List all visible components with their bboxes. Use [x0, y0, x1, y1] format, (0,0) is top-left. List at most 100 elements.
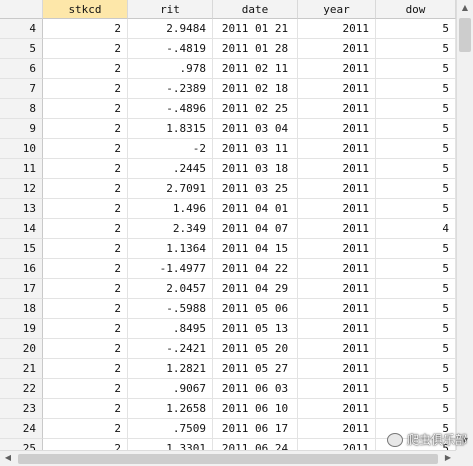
cell-rit[interactable]: .978 — [128, 59, 213, 79]
cell-stkcd[interactable]: 2 — [43, 139, 128, 159]
cell-year[interactable]: 2011 — [298, 139, 376, 159]
column-header-dow[interactable]: dow — [376, 0, 456, 19]
cell-date[interactable]: 2011 04 22 — [213, 259, 298, 279]
cell-rit[interactable]: 2.9484 — [128, 19, 213, 39]
row-number[interactable]: 14 — [0, 219, 43, 239]
cell-stkcd[interactable]: 2 — [43, 119, 128, 139]
cell-rit[interactable]: 1.8315 — [128, 119, 213, 139]
vertical-scrollbar[interactable]: ▲ ▼ — [456, 0, 473, 450]
cell-year[interactable]: 2011 — [298, 359, 376, 379]
cell-dow[interactable]: 5 — [376, 359, 456, 379]
cell-rit[interactable]: 1.1364 — [128, 239, 213, 259]
cell-dow[interactable]: 5 — [376, 119, 456, 139]
cell-dow[interactable]: 5 — [376, 79, 456, 99]
cell-year[interactable]: 2011 — [298, 399, 376, 419]
cell-year[interactable]: 2011 — [298, 99, 376, 119]
cell-stkcd[interactable]: 2 — [43, 159, 128, 179]
cell-year[interactable]: 2011 — [298, 379, 376, 399]
row-number[interactable]: 10 — [0, 139, 43, 159]
cell-rit[interactable]: -.5988 — [128, 299, 213, 319]
cell-year[interactable]: 2011 — [298, 39, 376, 59]
cell-dow[interactable]: 5 — [376, 59, 456, 79]
row-number[interactable]: 23 — [0, 399, 43, 419]
cell-stkcd[interactable]: 2 — [43, 59, 128, 79]
cell-rit[interactable]: 1.2658 — [128, 399, 213, 419]
cell-date[interactable]: 2011 01 28 — [213, 39, 298, 59]
row-number[interactable]: 12 — [0, 179, 43, 199]
cell-rit[interactable]: .8495 — [128, 319, 213, 339]
vertical-scroll-thumb[interactable] — [459, 18, 471, 52]
cell-stkcd[interactable]: 2 — [43, 399, 128, 419]
row-number[interactable]: 20 — [0, 339, 43, 359]
cell-stkcd[interactable]: 2 — [43, 279, 128, 299]
cell-year[interactable]: 2011 — [298, 199, 376, 219]
cell-stkcd[interactable]: 2 — [43, 179, 128, 199]
cell-date[interactable]: 2011 05 20 — [213, 339, 298, 359]
cell-dow[interactable]: 5 — [376, 139, 456, 159]
cell-date[interactable]: 2011 04 29 — [213, 279, 298, 299]
cell-rit[interactable]: -1.4977 — [128, 259, 213, 279]
cell-dow[interactable]: 5 — [376, 19, 456, 39]
cell-year[interactable]: 2011 — [298, 119, 376, 139]
cell-dow[interactable]: 5 — [376, 259, 456, 279]
cell-stkcd[interactable]: 2 — [43, 319, 128, 339]
cell-date[interactable]: 2011 04 07 — [213, 219, 298, 239]
cell-dow[interactable]: 5 — [376, 99, 456, 119]
row-number[interactable]: 7 — [0, 79, 43, 99]
column-header-year[interactable]: year — [298, 0, 376, 19]
row-number[interactable]: 18 — [0, 299, 43, 319]
horizontal-scrollbar[interactable]: ◀ ▶ — [0, 450, 456, 466]
cell-date[interactable]: 2011 06 10 — [213, 399, 298, 419]
cell-year[interactable]: 2011 — [298, 299, 376, 319]
cell-date[interactable]: 2011 05 13 — [213, 319, 298, 339]
row-number[interactable]: 11 — [0, 159, 43, 179]
row-number[interactable]: 5 — [0, 39, 43, 59]
cell-date[interactable]: 2011 06 24 — [213, 439, 298, 450]
cell-stkcd[interactable]: 2 — [43, 439, 128, 450]
cell-rit[interactable]: 2.0457 — [128, 279, 213, 299]
row-number[interactable]: 9 — [0, 119, 43, 139]
cell-dow[interactable]: 5 — [376, 299, 456, 319]
cell-dow[interactable]: 5 — [376, 339, 456, 359]
scroll-right-arrow-icon[interactable]: ▶ — [440, 453, 456, 462]
row-number[interactable]: 4 — [0, 19, 43, 39]
cell-date[interactable]: 2011 05 06 — [213, 299, 298, 319]
cell-rit[interactable]: -.4819 — [128, 39, 213, 59]
cell-rit[interactable]: 2.349 — [128, 219, 213, 239]
cell-rit[interactable]: -.2421 — [128, 339, 213, 359]
row-number[interactable]: 25 — [0, 439, 43, 450]
cell-year[interactable]: 2011 — [298, 259, 376, 279]
cell-dow[interactable]: 5 — [376, 319, 456, 339]
cell-year[interactable]: 2011 — [298, 419, 376, 439]
cell-rit[interactable]: -.4896 — [128, 99, 213, 119]
cell-rit[interactable]: -2 — [128, 139, 213, 159]
cell-date[interactable]: 2011 04 15 — [213, 239, 298, 259]
cell-stkcd[interactable]: 2 — [43, 199, 128, 219]
row-number[interactable]: 17 — [0, 279, 43, 299]
cell-rit[interactable]: 2.7091 — [128, 179, 213, 199]
cell-year[interactable]: 2011 — [298, 159, 376, 179]
cell-date[interactable]: 2011 01 21 — [213, 19, 298, 39]
cell-dow[interactable]: 5 — [376, 379, 456, 399]
cell-date[interactable]: 2011 03 04 — [213, 119, 298, 139]
cell-date[interactable]: 2011 03 11 — [213, 139, 298, 159]
scroll-up-arrow-icon[interactable]: ▲ — [457, 3, 473, 12]
cell-dow[interactable]: 5 — [376, 159, 456, 179]
cell-year[interactable]: 2011 — [298, 179, 376, 199]
cell-stkcd[interactable]: 2 — [43, 259, 128, 279]
cell-stkcd[interactable]: 2 — [43, 359, 128, 379]
scroll-left-arrow-icon[interactable]: ◀ — [0, 453, 16, 462]
cell-date[interactable]: 2011 03 18 — [213, 159, 298, 179]
cell-dow[interactable]: 5 — [376, 179, 456, 199]
cell-date[interactable]: 2011 02 18 — [213, 79, 298, 99]
row-number[interactable]: 15 — [0, 239, 43, 259]
row-number[interactable]: 13 — [0, 199, 43, 219]
cell-year[interactable]: 2011 — [298, 339, 376, 359]
row-number[interactable]: 24 — [0, 419, 43, 439]
cell-dow[interactable]: 5 — [376, 399, 456, 419]
cell-year[interactable]: 2011 — [298, 79, 376, 99]
cell-dow[interactable]: 5 — [376, 199, 456, 219]
cell-stkcd[interactable]: 2 — [43, 39, 128, 59]
cell-dow[interactable]: 5 — [376, 239, 456, 259]
cell-stkcd[interactable]: 2 — [43, 419, 128, 439]
